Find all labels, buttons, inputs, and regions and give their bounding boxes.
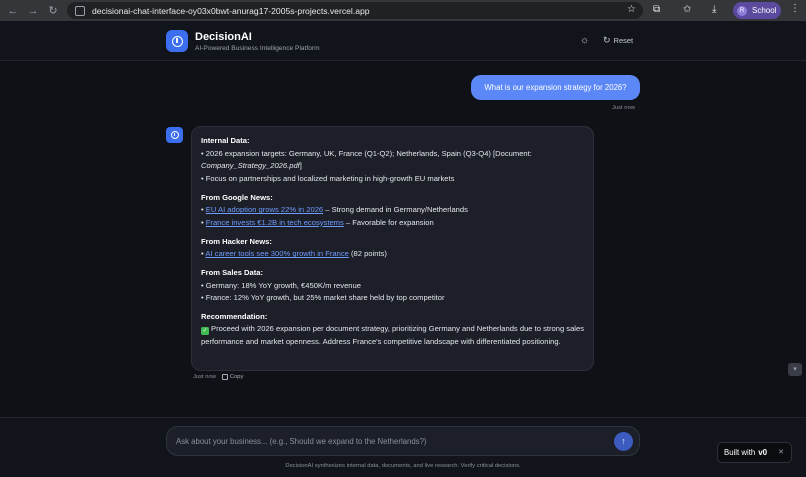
assistant-message-meta: Just now Copy bbox=[193, 374, 243, 380]
profile-name: School bbox=[752, 6, 777, 15]
list-item: • France: 12% YoY growth, but 25% market… bbox=[201, 293, 445, 303]
assistant-message-bubble: Internal Data: • 2026 expansion targets:… bbox=[191, 126, 594, 371]
site-info-icon[interactable] bbox=[75, 5, 85, 16]
v0-logo: v0 bbox=[758, 448, 768, 457]
recommendation-text: ✓ Proceed with 2026 expansion per documen… bbox=[201, 324, 585, 347]
list-item: • Germany: 18% YoY growth, €450K/m reven… bbox=[201, 280, 361, 290]
app-subtitle: AI-Powered Business Intelligence Platfor… bbox=[195, 45, 320, 52]
disclaimer-text: DecisionAI synthesizes internal data, do… bbox=[285, 463, 521, 469]
brain-logo-icon bbox=[166, 30, 188, 52]
section-internal-data: Internal Data: • 2026 expansion targets:… bbox=[201, 135, 584, 185]
url-text: decisionai-chat-interface-oy03x0bwt-anur… bbox=[92, 5, 370, 16]
news-link[interactable]: EU AI adoption grows 22% in 2026 bbox=[206, 205, 323, 214]
app-header: DecisionAI AI-Powered Business Intellige… bbox=[0, 21, 806, 61]
sun-icon[interactable]: ☼ bbox=[580, 35, 589, 46]
assistant-avatar-icon bbox=[166, 127, 183, 143]
news-link[interactable]: France invests €1.2B in tech ecosystems bbox=[206, 218, 344, 227]
chat-input-container: ↑ bbox=[166, 426, 640, 456]
copy-label: Copy bbox=[229, 374, 244, 380]
list-item: • 2026 expansion targets: Germany, UK, F… bbox=[201, 148, 532, 171]
built-with-badge[interactable]: Built with v0 ✕ bbox=[717, 442, 792, 463]
browser-menu-icon[interactable]: ⋮ bbox=[790, 3, 800, 14]
reset-label: Reset bbox=[613, 36, 634, 45]
check-mark-icon: ✓ bbox=[201, 327, 209, 336]
user-message-bubble: What is our expansion strategy for 2026? bbox=[471, 75, 640, 100]
assistant-message-time: Just now bbox=[193, 374, 216, 380]
user-message-time: Just now bbox=[612, 105, 635, 111]
section-sales-data: From Sales Data: • Germany: 18% YoY grow… bbox=[201, 267, 584, 305]
bookmarks-icon[interactable]: ✩ bbox=[683, 4, 691, 15]
profile-button[interactable]: R School bbox=[733, 2, 781, 19]
user-message-text: What is our expansion strategy for 2026? bbox=[484, 83, 627, 92]
section-title: From Hacker News: bbox=[201, 236, 272, 246]
section-google-news: From Google News: • EU AI adoption grows… bbox=[201, 192, 584, 230]
back-icon[interactable]: ← bbox=[6, 4, 20, 18]
list-item: • Focus on partnerships and localized ma… bbox=[201, 173, 455, 183]
send-button[interactable]: ↑ bbox=[614, 432, 633, 451]
close-icon[interactable]: ✕ bbox=[778, 448, 784, 456]
badge-label: Built with bbox=[724, 448, 756, 457]
section-title: From Sales Data: bbox=[201, 267, 264, 277]
extensions-icon[interactable]: ⧉ bbox=[653, 4, 660, 15]
refresh-icon: ↻ bbox=[603, 35, 611, 45]
bookmark-star-icon[interactable]: ☆ bbox=[627, 4, 636, 15]
chat-input[interactable] bbox=[176, 433, 606, 450]
download-icon[interactable]: ⤓ bbox=[712, 4, 716, 15]
news-link[interactable]: AI career tools see 300% growth in Franc… bbox=[205, 249, 349, 258]
copy-button[interactable]: Copy bbox=[221, 374, 244, 380]
section-hacker-news: From Hacker News: • AI career tools see … bbox=[201, 236, 584, 261]
section-title: Recommendation: bbox=[201, 311, 268, 321]
address-bar[interactable]: decisionai-chat-interface-oy03x0bwt-anur… bbox=[67, 2, 643, 19]
reload-icon[interactable]: ↻ bbox=[46, 4, 60, 18]
section-recommendation: Recommendation: ✓ Proceed with 2026 expan… bbox=[201, 311, 584, 349]
document-reference: Company_Strategy_2026.pdf bbox=[201, 161, 300, 171]
app-title: DecisionAI bbox=[195, 31, 252, 43]
forward-icon[interactable]: → bbox=[26, 4, 40, 18]
profile-avatar: R bbox=[737, 5, 747, 16]
list-item: • EU AI adoption grows 22% in 2026 – Str… bbox=[201, 205, 468, 215]
list-item: • France invests €1.2B in tech ecosystem… bbox=[201, 217, 434, 227]
feedback-widget-icon[interactable]: ▾ bbox=[788, 363, 802, 376]
chat-footer: ↑ DecisionAI synthesizes internal data, … bbox=[0, 417, 806, 477]
section-title: Internal Data: bbox=[201, 136, 250, 145]
list-item: • AI career tools see 300% growth in Fra… bbox=[201, 249, 387, 259]
copy-icon bbox=[221, 374, 228, 380]
reset-button[interactable]: ↻ Reset bbox=[603, 35, 633, 46]
section-title: From Google News: bbox=[201, 192, 273, 202]
arrow-up-icon: ↑ bbox=[621, 436, 626, 446]
browser-toolbar: ← → ↻ decisionai-chat-interface-oy03x0bw… bbox=[0, 0, 806, 21]
